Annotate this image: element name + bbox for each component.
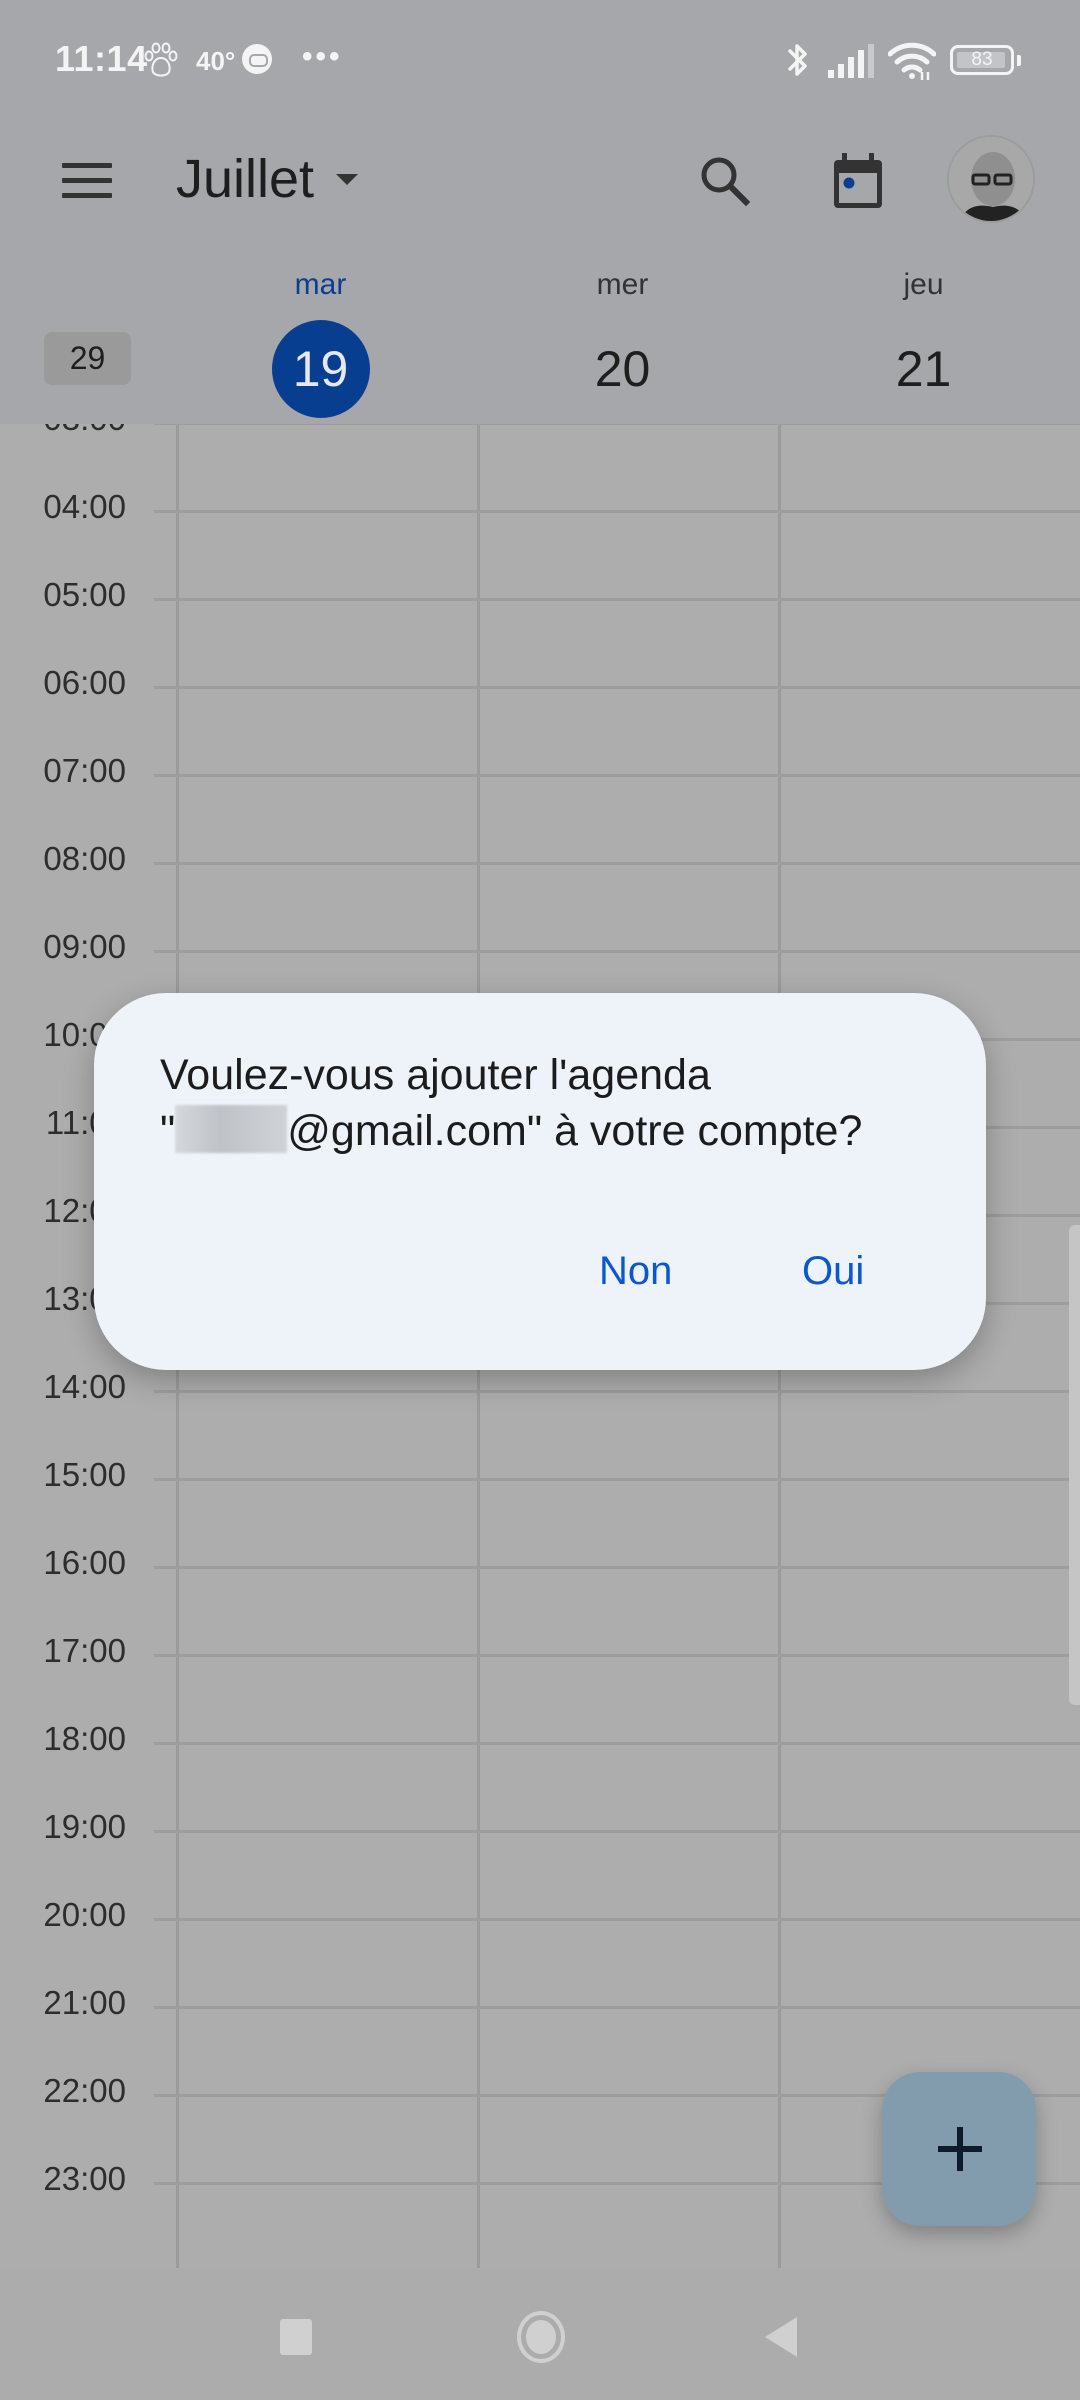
voicemail-icon bbox=[242, 44, 272, 74]
hour-label: 20:00 bbox=[43, 1896, 126, 1933]
hour-label: 05:00 bbox=[43, 576, 126, 613]
day-header[interactable]: jeu 21 bbox=[773, 268, 1074, 418]
more-notifications-icon: ••• bbox=[302, 40, 343, 73]
menu-icon bbox=[62, 163, 112, 168]
hour-label: 14:00 bbox=[43, 1368, 126, 1405]
menu-icon-bar bbox=[62, 178, 112, 183]
hour-label: 17:00 bbox=[43, 1632, 126, 1669]
home-button[interactable] bbox=[517, 2311, 565, 2363]
hour-gridline bbox=[154, 1918, 1080, 1921]
hour-gridline bbox=[154, 510, 1080, 513]
hour-gridline bbox=[154, 1566, 1080, 1569]
hour-gridline bbox=[154, 424, 1080, 425]
dialog-message-quote: " bbox=[160, 1107, 176, 1155]
hour-label: 06:00 bbox=[43, 664, 126, 701]
scrollbar[interactable] bbox=[1069, 1225, 1080, 1705]
hour-label: 22:00 bbox=[43, 2072, 126, 2109]
battery-icon: 83 bbox=[950, 45, 1021, 75]
weather-temperature: 40° bbox=[196, 46, 236, 76]
wifi-icon bbox=[888, 42, 936, 80]
dialog-message: Voulez-vous ajouter l'agenda " @gmail.com… bbox=[160, 1047, 936, 1159]
day-number: 21 bbox=[895, 341, 952, 397]
hour-label: 19:00 bbox=[43, 1808, 126, 1845]
add-calendar-dialog: Voulez-vous ajouter l'agenda " @gmail.com… bbox=[94, 993, 986, 1370]
hour-gridline bbox=[154, 950, 1080, 953]
day-name: jeu bbox=[903, 268, 944, 301]
hour-label: 23:00 bbox=[43, 2160, 126, 2197]
hour-gridline bbox=[154, 1390, 1080, 1393]
menu-button[interactable] bbox=[62, 163, 112, 199]
menu-icon-bar bbox=[62, 193, 112, 198]
hour-gridline bbox=[154, 862, 1080, 865]
day-number: 20 bbox=[594, 341, 651, 397]
hour-label: 03:00 bbox=[43, 424, 126, 438]
hour-label: 09:00 bbox=[43, 928, 126, 965]
hour-gridline bbox=[154, 1830, 1080, 1833]
bluetooth-icon bbox=[788, 44, 807, 76]
hour-gridline bbox=[154, 774, 1080, 777]
hour-label: 16:00 bbox=[43, 1544, 126, 1581]
dropdown-caret-icon bbox=[336, 173, 359, 185]
status-bar: 11:14 40° ••• 83 bbox=[0, 0, 1080, 120]
hour-gridline bbox=[154, 1478, 1080, 1481]
hour-gridline bbox=[154, 1742, 1080, 1745]
confirm-button[interactable]: Oui bbox=[790, 1243, 876, 1300]
dialog-message-line2: @gmail.com" à votre compte? bbox=[287, 1107, 863, 1155]
hour-gridline bbox=[154, 1654, 1080, 1657]
battery-level: 83 bbox=[971, 49, 993, 70]
day-name: mar bbox=[294, 268, 347, 301]
day-name: mer bbox=[596, 268, 649, 301]
hour-label: 04:00 bbox=[43, 488, 126, 525]
hour-label: 07:00 bbox=[43, 752, 126, 789]
app-header: 11:14 40° ••• 83 Juillet 29 mar 19 mer 2… bbox=[0, 0, 1080, 424]
hour-label: 08:00 bbox=[43, 840, 126, 877]
month-label: Juillet bbox=[176, 149, 315, 209]
day-header-today[interactable]: mar 19 bbox=[170, 268, 471, 418]
hour-gridline bbox=[154, 686, 1080, 689]
recents-button[interactable] bbox=[280, 2319, 312, 2355]
status-time: 11:14 bbox=[55, 38, 148, 79]
back-button[interactable] bbox=[765, 2317, 797, 2357]
hour-label: 18:00 bbox=[43, 1720, 126, 1757]
plus-icon-stroke bbox=[957, 2127, 963, 2171]
cancel-button[interactable]: Non bbox=[587, 1243, 684, 1300]
hour-gridline bbox=[154, 598, 1080, 601]
create-event-button[interactable] bbox=[882, 2072, 1036, 2226]
hour-label: 15:00 bbox=[43, 1456, 126, 1493]
day-header[interactable]: mer 20 bbox=[472, 268, 773, 418]
week-number-badge: 29 bbox=[44, 332, 131, 385]
day-number: 19 bbox=[271, 320, 370, 418]
redacted-email-user bbox=[175, 1105, 288, 1153]
today-calendar-icon[interactable] bbox=[832, 152, 884, 210]
search-icon[interactable] bbox=[698, 154, 752, 208]
avatar-image bbox=[949, 137, 1033, 221]
paw-icon bbox=[144, 42, 178, 77]
dialog-message-line1: Voulez-vous ajouter l'agenda bbox=[160, 1051, 711, 1099]
signal-icon bbox=[828, 44, 874, 78]
hour-label: 21:00 bbox=[43, 1984, 126, 2021]
hour-gridline bbox=[154, 2006, 1080, 2009]
month-selector[interactable]: Juillet bbox=[176, 148, 359, 210]
avatar[interactable] bbox=[947, 135, 1035, 223]
